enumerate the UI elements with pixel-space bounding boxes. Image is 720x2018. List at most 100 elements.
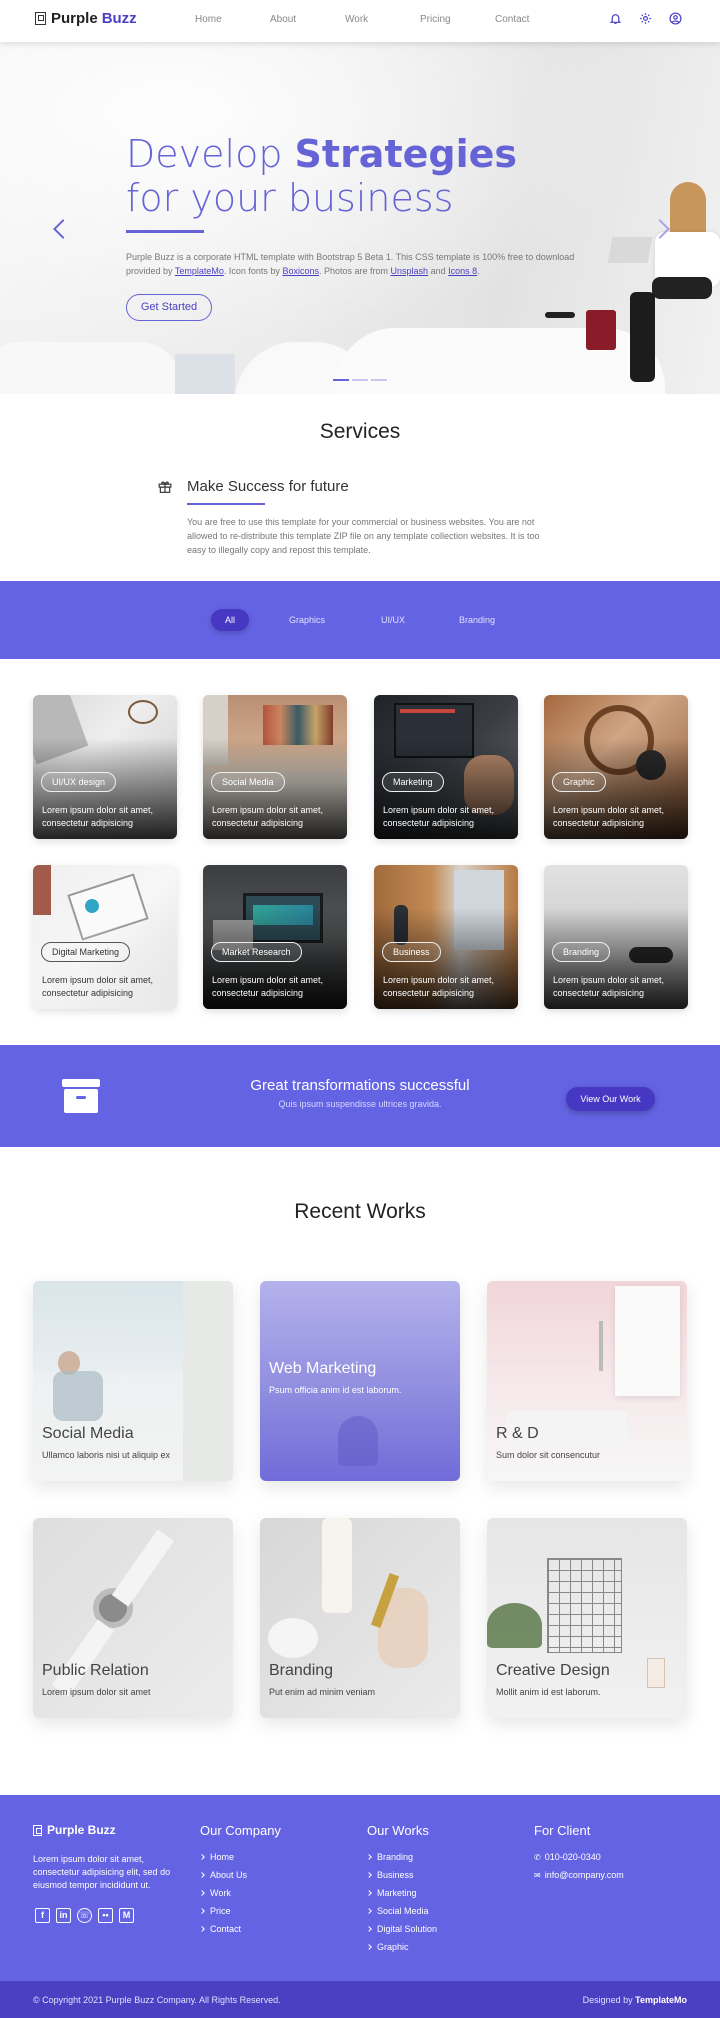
footer-link-graphic[interactable]: Graphic	[366, 1938, 437, 1956]
work-subtitle: Lorem ipsum dolor sit amet	[42, 1687, 151, 1697]
flickr-icon[interactable]: ••	[98, 1908, 113, 1923]
bell-icon[interactable]	[609, 12, 622, 25]
hero-photo-person	[586, 182, 720, 394]
linkedin-icon[interactable]: in	[56, 1908, 71, 1923]
carousel-indicator[interactable]	[352, 379, 368, 381]
footer-link-social-media[interactable]: Social Media	[366, 1902, 437, 1920]
service-card[interactable]: Branding Lorem ipsum dolor sit amet, con…	[544, 865, 688, 1009]
facebook-icon[interactable]: f	[35, 1908, 50, 1923]
chevron-right-icon	[366, 1890, 372, 1896]
work-subtitle: Psum officia anim id est laborum.	[269, 1385, 402, 1395]
templatemo-link[interactable]: TemplateMo	[175, 266, 224, 276]
service-card[interactable]: Marketing Lorem ipsum dolor sit amet, co…	[374, 695, 518, 839]
nav-link-work[interactable]: Work	[345, 14, 420, 25]
hero-desc-text: . Icon fonts by	[223, 266, 280, 276]
brand-name-part2: Buzz	[101, 10, 137, 27]
footer-link-home[interactable]: Home	[199, 1848, 281, 1866]
service-card[interactable]: UI/UX design Lorem ipsum dolor sit amet,…	[33, 695, 177, 839]
card-text: Lorem ipsum dolor sit amet, consectetur …	[383, 805, 495, 828]
card-badge[interactable]: Branding	[552, 942, 611, 962]
building-icon	[33, 1824, 42, 1836]
chevron-right-icon	[199, 1926, 205, 1932]
whatsapp-icon[interactable]: ☏	[77, 1908, 92, 1923]
service-card[interactable]: Digital Marketing Lorem ipsum dolor sit …	[33, 865, 177, 1009]
navbar: Purple Buzz Home About Work Pricing Cont…	[0, 0, 720, 42]
card-badge[interactable]: Digital Marketing	[41, 942, 131, 962]
chevron-right-icon	[366, 1926, 372, 1932]
nav-icons	[609, 12, 682, 25]
filter-tab-uiux[interactable]: UI/UX	[378, 609, 408, 631]
work-title: Web Marketing	[269, 1360, 377, 1377]
footer-link-label: Marketing	[377, 1888, 417, 1898]
footer-phone[interactable]: ✆ 010-020-0340	[534, 1848, 624, 1866]
service-card[interactable]: Social Media Lorem ipsum dolor sit amet,…	[203, 695, 347, 839]
footer: Purple Buzz Lorem ipsum dolor sit amet, …	[0, 1795, 720, 1981]
building-icon	[35, 12, 46, 25]
hero-description: Purple Buzz is a corporate HTML template…	[126, 250, 596, 278]
work-title: Branding	[269, 1662, 334, 1679]
card-text: Lorem ipsum dolor sit amet, consectetur …	[383, 975, 495, 998]
service-card[interactable]: Market Research Lorem ipsum dolor sit am…	[203, 865, 347, 1009]
footer-company-column: Our Company Home About Us Work Price Con…	[199, 1823, 281, 1938]
get-started-button[interactable]: Get Started	[126, 294, 212, 321]
service-card[interactable]: Business Lorem ipsum dolor sit amet, con…	[374, 865, 518, 1009]
nav-link-pricing[interactable]: Pricing	[420, 14, 495, 25]
card-text: Lorem ipsum dolor sit amet, consectetur …	[212, 805, 324, 828]
brand-logo[interactable]: Purple Buzz	[35, 10, 137, 27]
medium-icon[interactable]: M	[119, 1908, 134, 1923]
work-card[interactable]: Branding Put enim ad minim veniam	[260, 1518, 460, 1718]
work-card[interactable]: Web Marketing Psum officia anim id est l…	[260, 1281, 460, 1481]
work-title: Public Relation	[42, 1662, 149, 1679]
designer-link[interactable]: TemplateMo	[635, 1995, 687, 2005]
work-title: Creative Design	[496, 1662, 610, 1679]
filter-tab-graphics[interactable]: Graphics	[285, 609, 329, 631]
footer-link-price[interactable]: Price	[199, 1902, 281, 1920]
user-circle-icon[interactable]	[669, 12, 682, 25]
gear-icon[interactable]	[639, 12, 652, 25]
footer-link-branding[interactable]: Branding	[366, 1848, 437, 1866]
footer-brand-name: Purple Buzz	[47, 1823, 116, 1837]
unsplash-link[interactable]: Unsplash	[391, 266, 429, 276]
footer-brand[interactable]: Purple Buzz	[33, 1823, 116, 1837]
footer-email[interactable]: ✉ info@company.com	[534, 1866, 624, 1884]
work-card[interactable]: Creative Design Mollit anim id est labor…	[487, 1518, 687, 1718]
nav-link-contact[interactable]: Contact	[495, 14, 570, 25]
work-subtitle: Put enim ad minim veniam	[269, 1687, 376, 1697]
footer-description: Lorem ipsum dolor sit amet, consectetur …	[33, 1854, 171, 1890]
work-card[interactable]: Social Media Ullamco laboris nisi ut ali…	[33, 1281, 233, 1481]
nav-link-home[interactable]: Home	[195, 14, 270, 25]
icons8-link[interactable]: Icons 8	[448, 266, 477, 276]
footer-link-contact[interactable]: Contact	[199, 1920, 281, 1938]
carousel-indicator[interactable]	[333, 379, 349, 381]
filter-bar: All Graphics UI/UX Branding	[0, 581, 720, 659]
work-card[interactable]: R & D Sum dolor sit consencutur	[487, 1281, 687, 1481]
footer-link-digital-solution[interactable]: Digital Solution	[366, 1920, 437, 1938]
footer-link-marketing[interactable]: Marketing	[366, 1884, 437, 1902]
chevron-right-icon	[366, 1944, 372, 1950]
chevron-right-icon	[366, 1854, 372, 1860]
card-badge[interactable]: Market Research	[211, 942, 302, 962]
work-card[interactable]: Public Relation Lorem ipsum dolor sit am…	[33, 1518, 233, 1718]
card-badge[interactable]: Business	[382, 942, 441, 962]
card-text: Lorem ipsum dolor sit amet, consectetur …	[42, 975, 154, 998]
view-our-work-button[interactable]: View Our Work	[566, 1087, 655, 1111]
filter-tab-all[interactable]: All	[211, 609, 249, 631]
card-badge[interactable]: Social Media	[211, 772, 285, 792]
carousel-indicator[interactable]	[371, 379, 387, 381]
card-badge[interactable]: Marketing	[382, 772, 444, 792]
work-subtitle: Ullamco laboris nisi ut aliquip ex	[42, 1450, 171, 1460]
hero-title: Develop Strategies for your business	[126, 132, 546, 220]
footer-link-work[interactable]: Work	[199, 1884, 281, 1902]
boxicons-link[interactable]: Boxicons	[282, 266, 319, 276]
card-text: Lorem ipsum dolor sit amet, consectetur …	[553, 805, 665, 828]
footer-link-about[interactable]: About Us	[199, 1866, 281, 1884]
hero-title-part2: for your business	[126, 176, 454, 220]
footer-phone-number: 010-020-0340	[544, 1852, 601, 1862]
card-badge[interactable]: Graphic	[552, 772, 606, 792]
social-links: f in ☏ •• M	[35, 1908, 134, 1923]
nav-link-about[interactable]: About	[270, 14, 345, 25]
service-card[interactable]: Graphic Lorem ipsum dolor sit amet, cons…	[544, 695, 688, 839]
footer-link-business[interactable]: Business	[366, 1866, 437, 1884]
filter-tab-branding[interactable]: Branding	[457, 609, 497, 631]
card-badge[interactable]: UI/UX design	[41, 772, 117, 792]
